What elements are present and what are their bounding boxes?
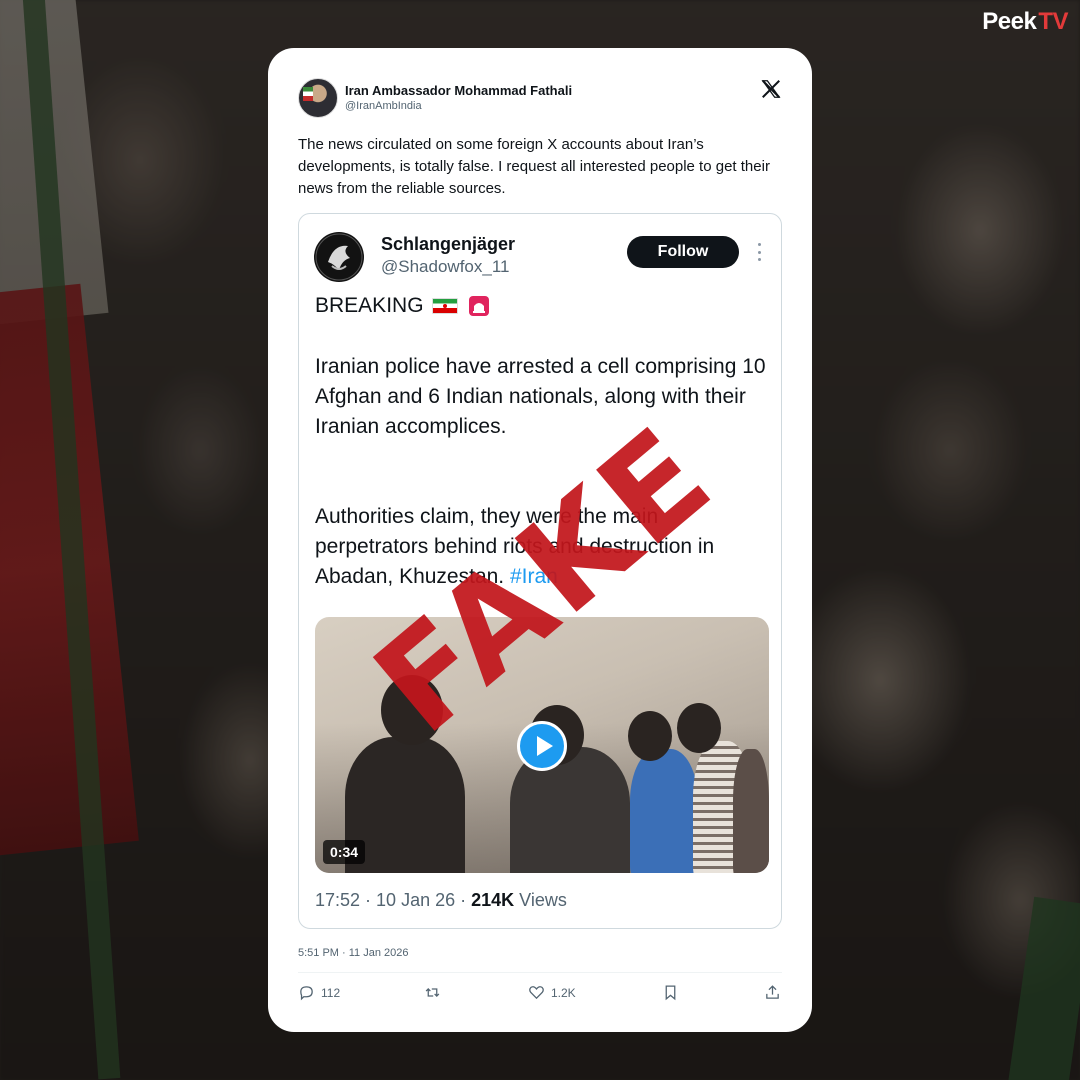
- reply-count: 112: [321, 985, 341, 1000]
- video-person-head: [628, 711, 672, 761]
- follow-button[interactable]: Follow: [627, 236, 739, 268]
- quoted-meta-time: 17:52 · 10 Jan 26 ·: [315, 890, 472, 910]
- share-icon: [766, 985, 779, 999]
- like-icon: [529, 986, 544, 1000]
- like-count: 1.2K: [551, 985, 576, 1000]
- avatar-flag: [303, 87, 313, 101]
- quoted-author-handle[interactable]: @Shadowfox_11: [381, 257, 509, 277]
- share-button[interactable]: [764, 984, 781, 1001]
- bookmark-button[interactable]: [662, 984, 679, 1001]
- iran-flag-icon: [431, 298, 458, 314]
- views-count: 214K: [471, 890, 515, 910]
- views-label: Views: [514, 890, 567, 910]
- brand-name: Peek: [982, 8, 1037, 35]
- more-icon[interactable]: [755, 240, 763, 264]
- like-button[interactable]: 1.2K: [528, 984, 576, 1001]
- video-person-head: [677, 703, 721, 753]
- tweet-text: The news circulated on some foreign X ac…: [298, 136, 770, 197]
- breaking-label: BREAKING: [315, 294, 424, 317]
- brand-logo: PeekTV: [982, 8, 1068, 36]
- siren-icon: [468, 296, 489, 316]
- breaking-line: BREAKING: [315, 294, 490, 318]
- reply-button[interactable]: 112: [298, 984, 340, 1001]
- author-avatar[interactable]: [298, 78, 338, 118]
- tweet-header: Iran Ambassador Mohammad Fathali @IranAm…: [298, 78, 782, 118]
- fox-emblem-icon: [315, 233, 363, 281]
- author-handle[interactable]: @IranAmbIndia: [345, 100, 422, 112]
- video-person: [733, 749, 769, 873]
- action-bar: 112 1.2K: [298, 984, 782, 1006]
- tweet-timestamp[interactable]: 5:51 PM · 11 Jan 2026: [298, 947, 408, 959]
- reply-icon: [300, 986, 313, 1001]
- video-person: [630, 749, 698, 873]
- divider: [298, 972, 782, 973]
- quoted-author-avatar[interactable]: [314, 232, 364, 282]
- retweet-icon: [425, 988, 440, 997]
- quoted-author-name[interactable]: Schlangenjäger: [381, 234, 515, 255]
- retweet-button[interactable]: [424, 984, 441, 1001]
- quoted-meta: 17:52 · 10 Jan 26 · 214K Views: [315, 890, 567, 911]
- video-duration: 0:34: [323, 840, 366, 864]
- brand-accent: TV: [1038, 8, 1068, 35]
- quoted-body-1: Iranian police have arrested a cell comp…: [315, 355, 766, 438]
- bookmark-icon: [665, 985, 676, 1001]
- x-logo-icon[interactable]: [760, 78, 782, 100]
- author-name[interactable]: Iran Ambassador Mohammad Fathali: [345, 83, 572, 98]
- play-icon[interactable]: [517, 721, 567, 771]
